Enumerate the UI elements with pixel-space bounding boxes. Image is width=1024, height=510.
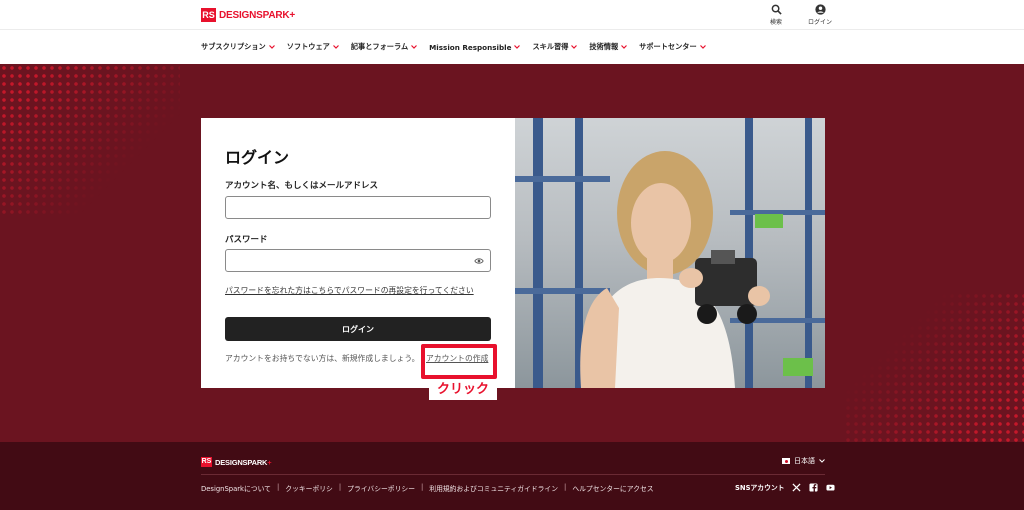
language-selector[interactable]: 日本語 bbox=[782, 456, 825, 466]
main-nav: サブスクリプション ソフトウェア 記事とフォーラム Mission Responsib… bbox=[0, 31, 1024, 64]
login-button[interactable]: ログイン bbox=[804, 4, 836, 26]
click-highlight-box bbox=[421, 344, 497, 379]
nav-item-label: スキル習得 bbox=[532, 42, 569, 51]
chevron-down-icon bbox=[411, 45, 418, 49]
footer-logo-wordmark: DESIGNSPARK+ bbox=[215, 457, 272, 467]
password-input[interactable] bbox=[225, 249, 491, 272]
nav-item-2[interactable]: 記事とフォーラム bbox=[350, 42, 418, 52]
language-label: 日本語 bbox=[794, 457, 815, 465]
youtube-icon[interactable] bbox=[826, 483, 836, 492]
footer-link-separator: | bbox=[338, 483, 342, 491]
chevron-down-icon bbox=[268, 45, 275, 49]
nav-item-5[interactable]: 技術情報 bbox=[589, 42, 628, 52]
login-submit-button[interactable]: ログイン bbox=[225, 317, 491, 341]
nav-item-label: 記事とフォーラム bbox=[350, 42, 409, 51]
nav-item-label: 技術情報 bbox=[589, 42, 619, 51]
nav-item-1[interactable]: ソフトウェア bbox=[287, 42, 339, 52]
designspark-logo[interactable]: RS DESIGNSPARK+ bbox=[201, 8, 295, 22]
chevron-down-icon bbox=[514, 45, 521, 49]
nav-item-label: サポートセンター bbox=[639, 42, 697, 51]
footer-divider bbox=[201, 474, 825, 475]
nav-item-label: サブスクリプション bbox=[201, 42, 266, 51]
nav-item-label: ソフトウェア bbox=[286, 42, 330, 51]
header-tools: 検索 ログイン bbox=[760, 4, 836, 26]
search-button[interactable]: 検索 bbox=[760, 4, 792, 26]
chevron-down-icon bbox=[621, 45, 628, 49]
account-input[interactable] bbox=[225, 196, 491, 219]
nav-item-4[interactable]: スキル習得 bbox=[532, 42, 578, 52]
signup-prompt: アカウントをお持ちでない方は、新規作成しましょう。 bbox=[225, 354, 420, 363]
login-title: ログイン bbox=[225, 148, 290, 167]
footer-rs-logo-mark: RS bbox=[201, 457, 212, 467]
click-annotation-label: クリック bbox=[429, 379, 497, 400]
footer-link-separator: | bbox=[276, 483, 280, 491]
top-header: RS DESIGNSPARK+ 検索 ログイン bbox=[0, 0, 1024, 30]
forgot-password-link[interactable]: パスワードを忘れた方はこちらでパスワードの再設定を行ってください bbox=[225, 285, 474, 296]
footer-link-1[interactable]: クッキーポリシ bbox=[285, 483, 333, 493]
decorative-pattern-left bbox=[0, 64, 180, 214]
nav-item-label: Mission Responsible bbox=[429, 42, 512, 52]
footer-link-3[interactable]: 利用規約およびコミュニティガイドライン bbox=[429, 483, 558, 493]
footer-logo[interactable]: RS DESIGNSPARK+ bbox=[201, 457, 272, 467]
footer-link-separator: | bbox=[421, 483, 424, 491]
facebook-icon[interactable] bbox=[809, 482, 819, 492]
footer-link-2[interactable]: プライバシーポリシー bbox=[347, 483, 415, 493]
nav-menu: サブスクリプション ソフトウェア 記事とフォーラム Mission Responsib… bbox=[201, 42, 706, 52]
footer-link-4[interactable]: ヘルプセンターにアクセス bbox=[572, 483, 653, 493]
chevron-down-icon bbox=[699, 45, 706, 49]
hero-photo bbox=[515, 118, 825, 388]
footer-links: DesignSparkについて | クッキーポリシ | プライバシーポリシー | 利用規約お… bbox=[201, 483, 654, 493]
footer-link-separator: | bbox=[564, 483, 567, 491]
nav-item-6[interactable]: サポートセンター bbox=[639, 42, 706, 52]
sns-label: SNSアカウント bbox=[735, 484, 785, 492]
x-twitter-icon[interactable] bbox=[792, 482, 802, 492]
hero-photo-illustration bbox=[515, 118, 825, 388]
hero-section: ログイン アカウント名、もしくはメールアドレス パスワード パスワードを忘れた方… bbox=[0, 64, 1024, 442]
search-icon bbox=[771, 4, 782, 15]
decorative-pattern-right bbox=[844, 292, 1024, 442]
search-label: 検索 bbox=[769, 19, 782, 26]
footer-link-0[interactable]: DesignSparkについて bbox=[201, 483, 271, 493]
nav-item-0[interactable]: サブスクリプション bbox=[201, 42, 275, 52]
chevron-down-icon bbox=[819, 459, 825, 463]
chevron-down-icon bbox=[571, 45, 578, 49]
sns-links: SNSアカウント bbox=[735, 482, 836, 492]
show-password-icon[interactable] bbox=[474, 256, 484, 266]
chevron-down-icon bbox=[332, 45, 339, 49]
login-label: ログイン bbox=[807, 19, 832, 26]
account-label: アカウント名、もしくはメールアドレス bbox=[225, 181, 379, 191]
password-label: パスワード bbox=[225, 235, 268, 245]
japan-flag-icon bbox=[782, 458, 790, 464]
rs-logo-mark: RS bbox=[201, 8, 216, 22]
logo-wordmark: DESIGNSPARK+ bbox=[219, 9, 296, 21]
user-icon bbox=[814, 4, 826, 15]
site-footer: RS DESIGNSPARK+ 日本語 DesignSparkについて | クッキー… bbox=[0, 442, 1024, 510]
nav-item-3[interactable]: Mission Responsible bbox=[429, 42, 521, 52]
